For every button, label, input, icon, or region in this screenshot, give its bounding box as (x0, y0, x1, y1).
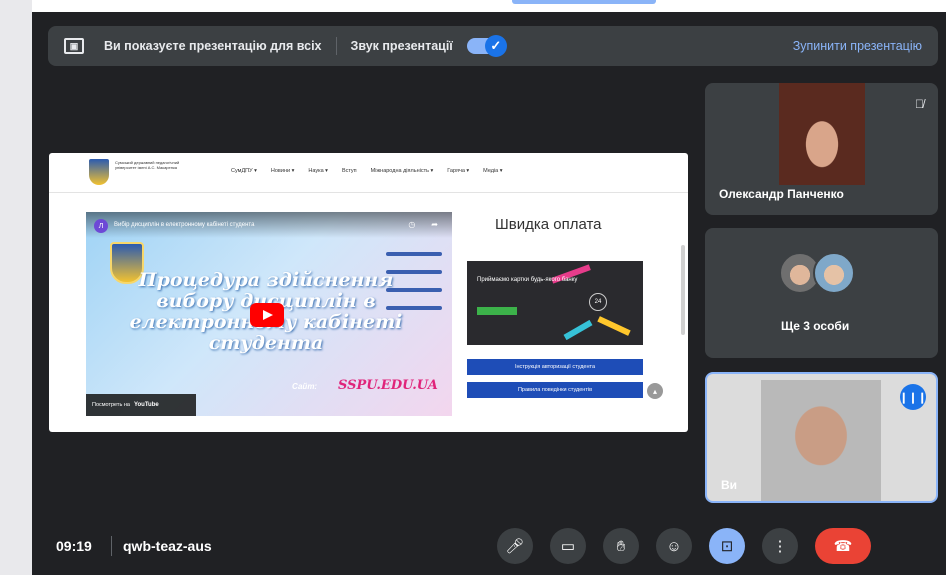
participant-tile[interactable]: 🎙̸ Олександр Панченко (705, 83, 938, 215)
more-vert-icon: ⋮ (772, 538, 788, 555)
video-title[interactable]: Вибір дисциплін в електронному кабінеті … (114, 222, 254, 228)
more-participants-label: Ще 3 особи (781, 319, 850, 333)
youtube-brand-label: YouTube (133, 402, 159, 408)
meeting-code: qwb-teaz-aus (123, 538, 212, 554)
camera-icon: ▭ (560, 538, 576, 555)
quick-payment-title: Швидка оплата (495, 216, 602, 233)
presentation-audio-toggle[interactable]: ✓ (466, 35, 507, 57)
site-nav-item[interactable]: Новини ▾ (271, 168, 294, 174)
youtube-play-icon[interactable] (250, 303, 284, 327)
clock-icon[interactable]: ◷ (408, 220, 415, 229)
decorative-card (563, 319, 593, 341)
presentation-bar: ▣ Ви показуєте презентацію для всіх Звук… (48, 26, 938, 66)
watch-on-youtube-button[interactable]: Посмотреть на YouTube (86, 394, 196, 416)
site-logo-text: Сумський державний педагогічний універси… (115, 160, 180, 171)
participant-video (779, 83, 865, 185)
speaking-indicator-icon: ❙❙❙ (899, 384, 927, 410)
divider (111, 536, 112, 556)
promo-button (477, 307, 517, 315)
site-nav-item[interactable]: Медіа ▾ (483, 168, 502, 174)
site-nav-item[interactable]: СумДПУ ▾ (231, 168, 257, 174)
meeting-time: 09:19 (56, 538, 92, 554)
browser-top-strip (32, 0, 946, 12)
microphone-icon: 🎤︎ (505, 538, 525, 555)
share-icon[interactable]: ➦ (431, 220, 438, 229)
site-nav: СумДПУ ▾ Новини ▾ Наука ▾ Вступ Міжнарод… (231, 168, 503, 174)
raise-hand-button[interactable]: ✋︎ (603, 528, 639, 564)
phone-hangup-icon: ☎ (833, 538, 853, 555)
left-edge-panel (0, 0, 32, 575)
channel-avatar[interactable]: Л (94, 219, 108, 233)
video-site-label: Сайт: (292, 382, 318, 391)
video-top-icons: ◷ ➦ (408, 220, 438, 229)
scrollbar[interactable] (681, 245, 685, 335)
site-nav-item[interactable]: Гаряча ▾ (447, 168, 469, 174)
mic-off-icon: 🎙̸ (915, 97, 924, 111)
decorative-card (597, 316, 631, 336)
more-participants-tile[interactable]: Ще 3 особи (705, 228, 938, 358)
more-options-button[interactable]: ⋮ (762, 528, 798, 564)
participant-name: Олександр Панченко (719, 187, 844, 201)
watch-on-label: Посмотреть на (92, 402, 130, 408)
site-nav-item[interactable]: Наука ▾ (308, 168, 328, 174)
end-call-button[interactable]: ☎ (815, 528, 871, 564)
payment-promo-text: Приймаємо картки будь-якого банку (477, 277, 578, 283)
bottom-control-bar: 09:19 qwb-teaz-aus 🎤︎ ▭ ✋︎ ☺ ⊡ ⋮ ☎ (32, 516, 946, 575)
camera-button[interactable]: ▭ (550, 528, 586, 564)
site-nav-item[interactable]: Вступ (342, 168, 357, 174)
participant-avatars (779, 252, 855, 294)
shared-screen: Сумський державний педагогічний універси… (49, 153, 688, 432)
site-header: Сумський державний педагогічний універси… (49, 153, 688, 193)
microphone-button[interactable]: 🎤︎ (497, 528, 533, 564)
video-site-url: SSPU.EDU.UA (338, 378, 438, 393)
emoji-icon: ☺ (666, 537, 682, 555)
presentation-status-text: Ви показуєте презентацію для всіх (104, 39, 322, 53)
reactions-button[interactable]: ☺ (656, 528, 692, 564)
university-logo-icon (89, 159, 109, 185)
avatar (813, 252, 855, 294)
present-screen-icon: ⊡ (720, 538, 734, 555)
payment-banner[interactable]: Приймаємо картки будь-якого банку 24 (467, 261, 643, 345)
self-video (761, 380, 881, 501)
presentation-audio-label: Звук презентації (350, 39, 453, 53)
self-name: Ви (721, 478, 738, 492)
stop-presentation-button[interactable]: Зупинити презентацію (793, 39, 922, 53)
hand-icon: ✋︎ (616, 537, 626, 555)
present-button[interactable]: ⊡ (709, 528, 745, 564)
video-embed[interactable]: Л Вибір дисциплін в електронному кабінет… (86, 212, 452, 416)
auth-instruction-button[interactable]: Інструкція авторизації студента (467, 359, 643, 375)
scroll-up-icon[interactable]: ▴ (647, 383, 663, 399)
promo-number: 24 (589, 293, 607, 311)
check-icon: ✓ (484, 35, 507, 57)
present-screen-icon: ▣ (64, 38, 84, 54)
active-tab-indicator (512, 0, 656, 4)
site-nav-item[interactable]: Міжнародна діяльність ▾ (371, 168, 434, 174)
student-rules-button[interactable]: Правила поведінки студентів (467, 382, 643, 398)
self-video-tile[interactable]: ❙❙❙ Ви (705, 372, 938, 503)
divider (335, 37, 337, 55)
